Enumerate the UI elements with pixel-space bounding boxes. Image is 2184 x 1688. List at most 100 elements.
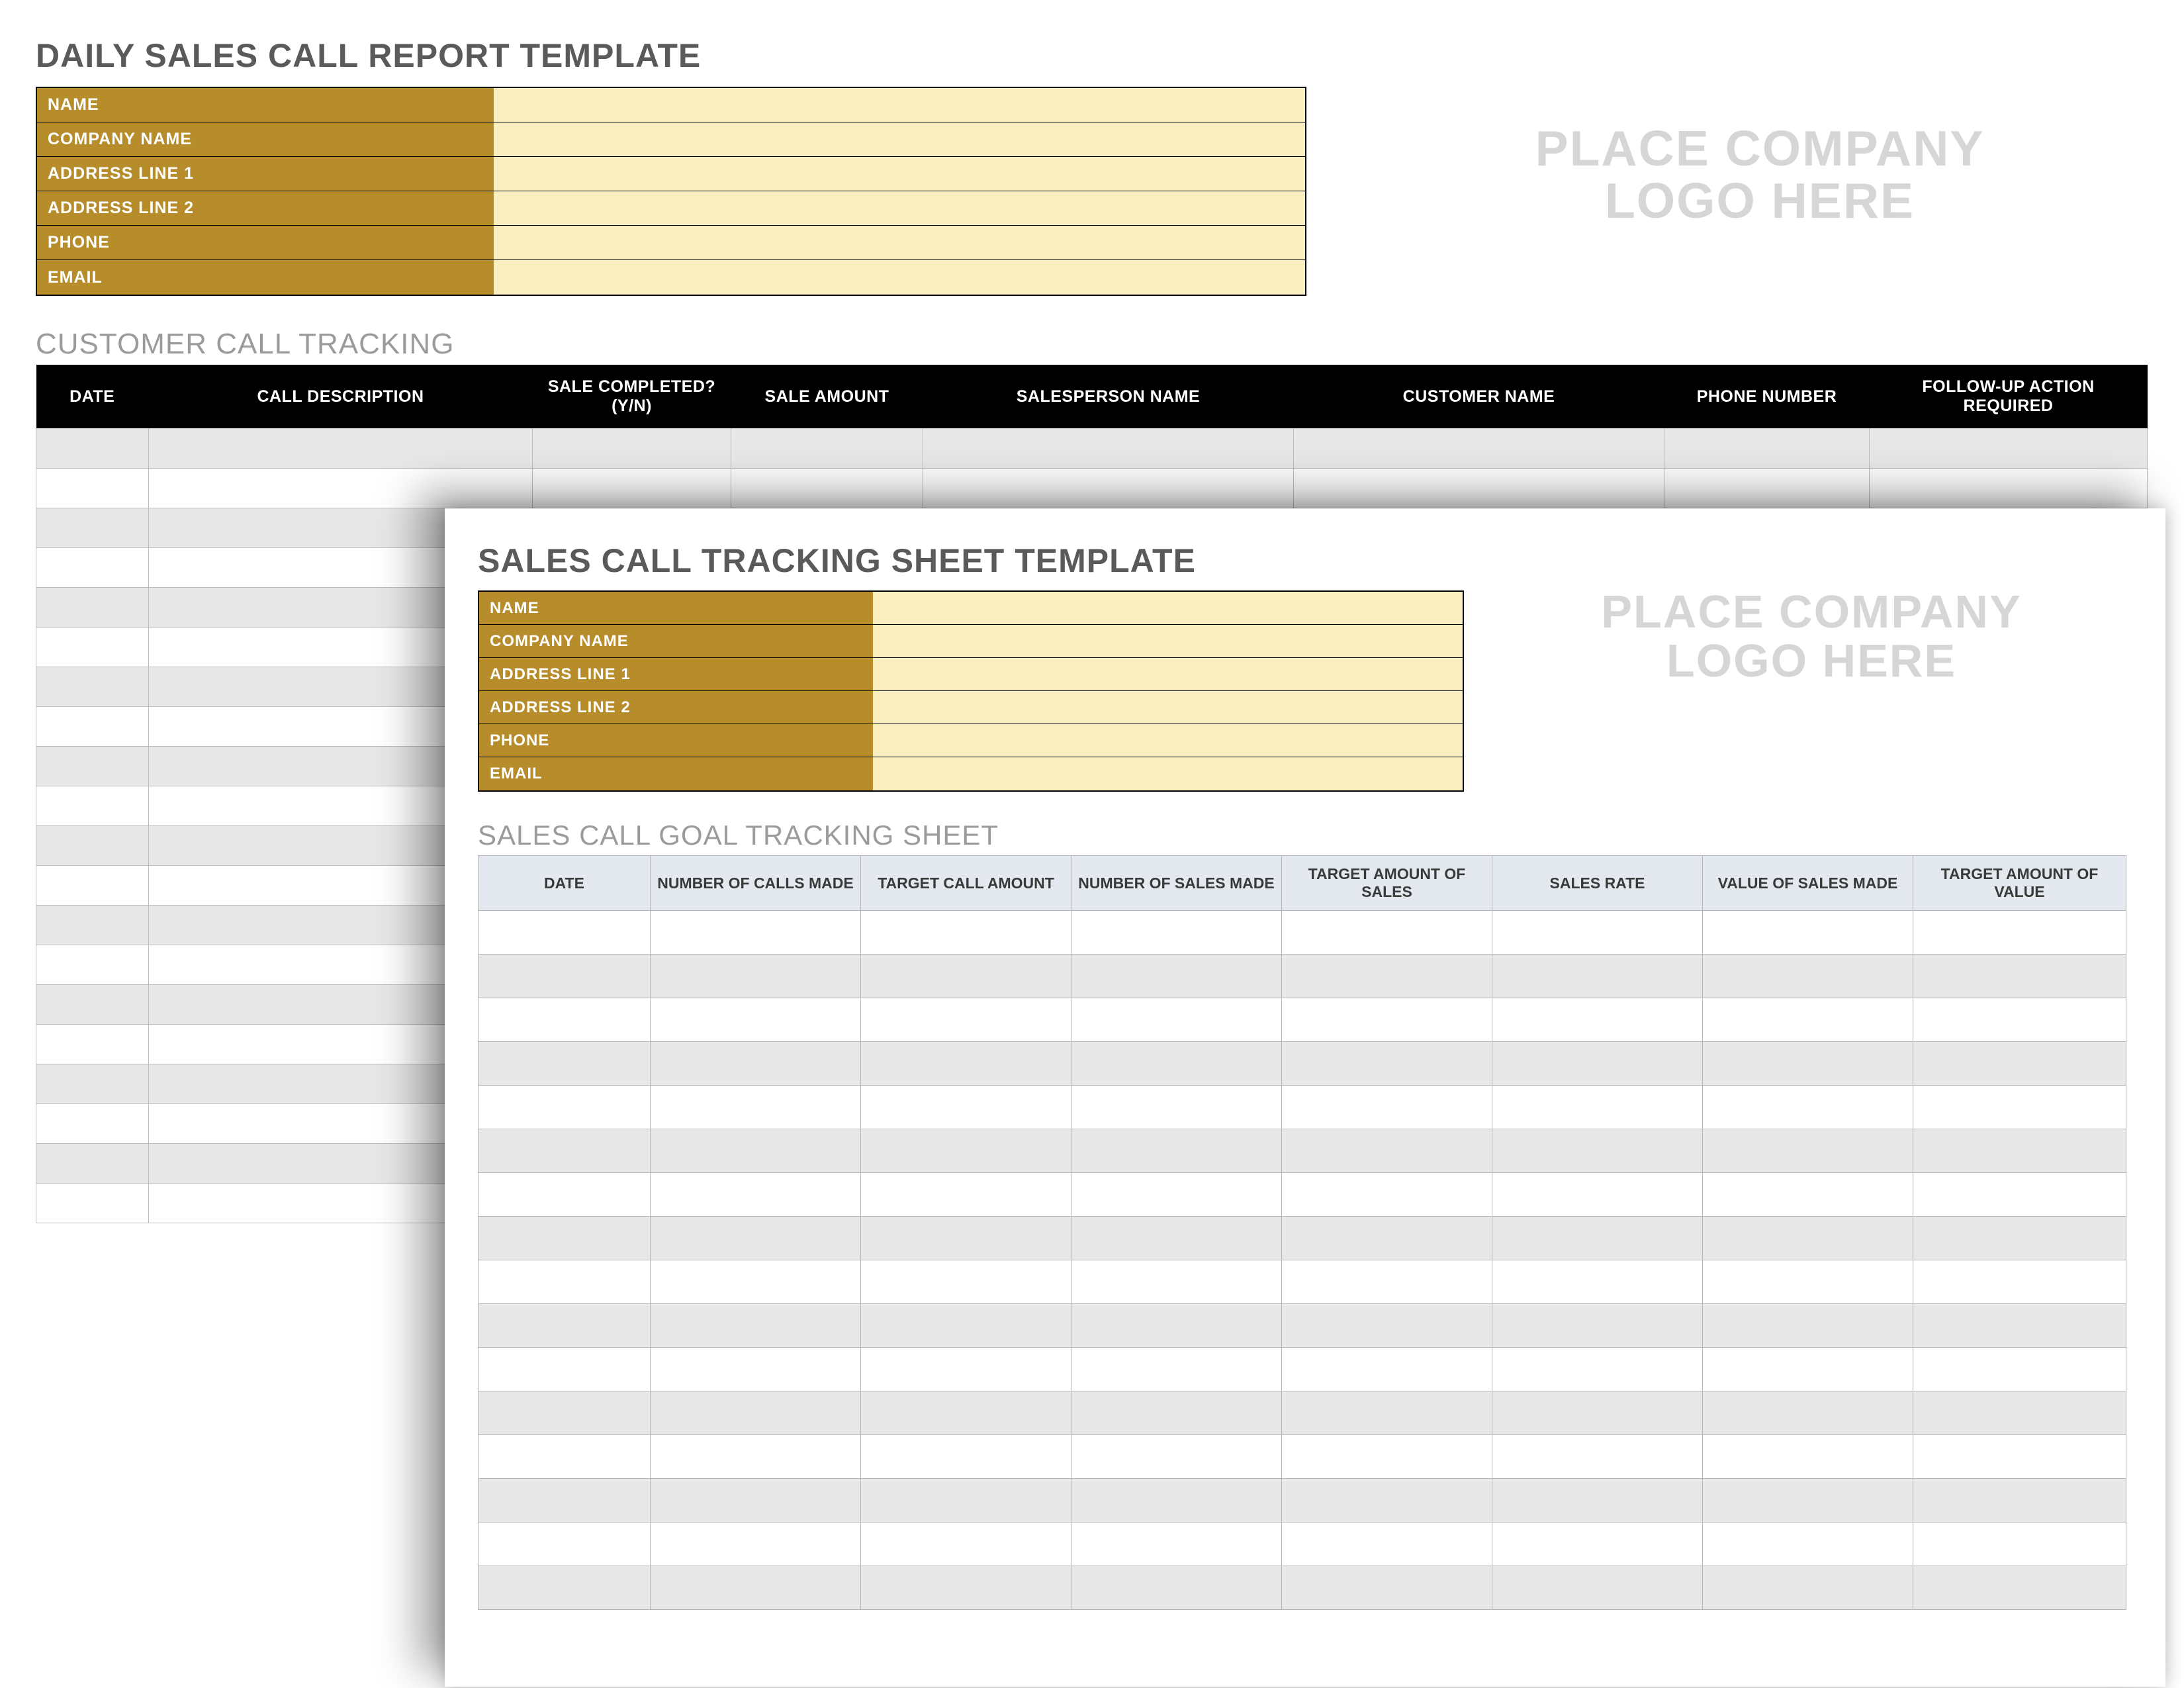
table-cell[interactable]	[861, 1086, 1071, 1129]
table-cell[interactable]	[1913, 998, 2126, 1042]
table-cell[interactable]	[1913, 1523, 2126, 1566]
table-cell[interactable]	[1913, 1391, 2126, 1435]
table-cell[interactable]	[861, 1129, 1071, 1173]
table-cell[interactable]	[1071, 998, 1282, 1042]
table-cell[interactable]	[861, 998, 1071, 1042]
table-cell[interactable]	[36, 667, 149, 706]
table-cell[interactable]	[478, 1042, 651, 1086]
table-cell[interactable]	[1703, 955, 1913, 998]
table-cell[interactable]	[861, 1348, 1071, 1391]
table-cell[interactable]	[861, 911, 1071, 955]
table-cell[interactable]	[1282, 1435, 1492, 1479]
front-info-value[interactable]	[873, 691, 1463, 724]
table-cell[interactable]	[861, 1042, 1071, 1086]
table-cell[interactable]	[1703, 1260, 1913, 1304]
table-cell[interactable]	[1492, 1086, 1703, 1129]
table-cell[interactable]	[1071, 1217, 1282, 1260]
table-cell[interactable]	[1282, 1086, 1492, 1129]
table-cell[interactable]	[1071, 1086, 1282, 1129]
table-cell[interactable]	[36, 1064, 149, 1103]
back-info-value[interactable]	[494, 226, 1305, 260]
table-cell[interactable]	[1282, 1348, 1492, 1391]
table-cell[interactable]	[1282, 1479, 1492, 1523]
back-info-value[interactable]	[494, 88, 1305, 122]
table-cell[interactable]	[1913, 911, 2126, 955]
table-cell[interactable]	[1071, 1348, 1282, 1391]
table-cell[interactable]	[651, 1479, 861, 1523]
table-cell[interactable]	[533, 468, 731, 508]
table-cell[interactable]	[1492, 1217, 1703, 1260]
table-cell[interactable]	[36, 1103, 149, 1143]
table-cell[interactable]	[1492, 955, 1703, 998]
table-cell[interactable]	[1071, 1260, 1282, 1304]
table-cell[interactable]	[36, 746, 149, 786]
table-cell[interactable]	[1282, 1304, 1492, 1348]
table-cell[interactable]	[1071, 1391, 1282, 1435]
table-cell[interactable]	[923, 428, 1294, 468]
back-info-value[interactable]	[494, 157, 1305, 191]
table-cell[interactable]	[1913, 1348, 2126, 1391]
back-info-value[interactable]	[494, 260, 1305, 295]
table-cell[interactable]	[1492, 1523, 1703, 1566]
table-cell[interactable]	[1870, 468, 2148, 508]
table-cell[interactable]	[1282, 911, 1492, 955]
table-cell[interactable]	[1071, 955, 1282, 998]
table-cell[interactable]	[1492, 1260, 1703, 1304]
table-cell[interactable]	[1703, 1348, 1913, 1391]
table-cell[interactable]	[1913, 1129, 2126, 1173]
table-cell[interactable]	[478, 1129, 651, 1173]
table-cell[interactable]	[478, 1523, 651, 1566]
table-cell[interactable]	[1703, 1479, 1913, 1523]
table-cell[interactable]	[1703, 1217, 1913, 1260]
table-cell[interactable]	[1294, 468, 1664, 508]
table-cell[interactable]	[861, 1523, 1071, 1566]
table-cell[interactable]	[651, 1304, 861, 1348]
table-cell[interactable]	[651, 1523, 861, 1566]
table-cell[interactable]	[1282, 998, 1492, 1042]
table-cell[interactable]	[36, 945, 149, 984]
table-cell[interactable]	[1664, 428, 1870, 468]
table-cell[interactable]	[478, 1566, 651, 1610]
table-cell[interactable]	[1913, 1260, 2126, 1304]
table-cell[interactable]	[731, 428, 923, 468]
table-cell[interactable]	[478, 1260, 651, 1304]
table-cell[interactable]	[1071, 1566, 1282, 1610]
table-cell[interactable]	[478, 955, 651, 998]
table-cell[interactable]	[1703, 1304, 1913, 1348]
table-cell[interactable]	[1913, 1304, 2126, 1348]
table-cell[interactable]	[1492, 1566, 1703, 1610]
table-cell[interactable]	[1913, 1566, 2126, 1610]
table-cell[interactable]	[36, 905, 149, 945]
table-cell[interactable]	[1282, 955, 1492, 998]
table-cell[interactable]	[861, 1479, 1071, 1523]
table-cell[interactable]	[1282, 1523, 1492, 1566]
table-cell[interactable]	[1492, 1435, 1703, 1479]
table-cell[interactable]	[1870, 428, 2148, 468]
table-cell[interactable]	[478, 1348, 651, 1391]
table-cell[interactable]	[36, 627, 149, 667]
table-cell[interactable]	[36, 468, 149, 508]
table-cell[interactable]	[1282, 1042, 1492, 1086]
front-info-value[interactable]	[873, 658, 1463, 691]
table-cell[interactable]	[1492, 911, 1703, 955]
table-cell[interactable]	[1492, 1304, 1703, 1348]
table-cell[interactable]	[36, 865, 149, 905]
table-cell[interactable]	[651, 1217, 861, 1260]
table-cell[interactable]	[861, 1260, 1071, 1304]
table-cell[interactable]	[1282, 1260, 1492, 1304]
front-info-value[interactable]	[873, 592, 1463, 625]
table-cell[interactable]	[1071, 1042, 1282, 1086]
table-cell[interactable]	[1282, 1129, 1492, 1173]
back-info-value[interactable]	[494, 122, 1305, 157]
table-cell[interactable]	[1703, 1173, 1913, 1217]
table-cell[interactable]	[861, 1173, 1071, 1217]
table-cell[interactable]	[1913, 1086, 2126, 1129]
table-cell[interactable]	[149, 468, 533, 508]
table-cell[interactable]	[478, 1479, 651, 1523]
table-cell[interactable]	[1071, 1304, 1282, 1348]
table-cell[interactable]	[36, 786, 149, 825]
table-cell[interactable]	[478, 998, 651, 1042]
front-info-value[interactable]	[873, 724, 1463, 757]
table-cell[interactable]	[1913, 1042, 2126, 1086]
table-cell[interactable]	[1492, 998, 1703, 1042]
